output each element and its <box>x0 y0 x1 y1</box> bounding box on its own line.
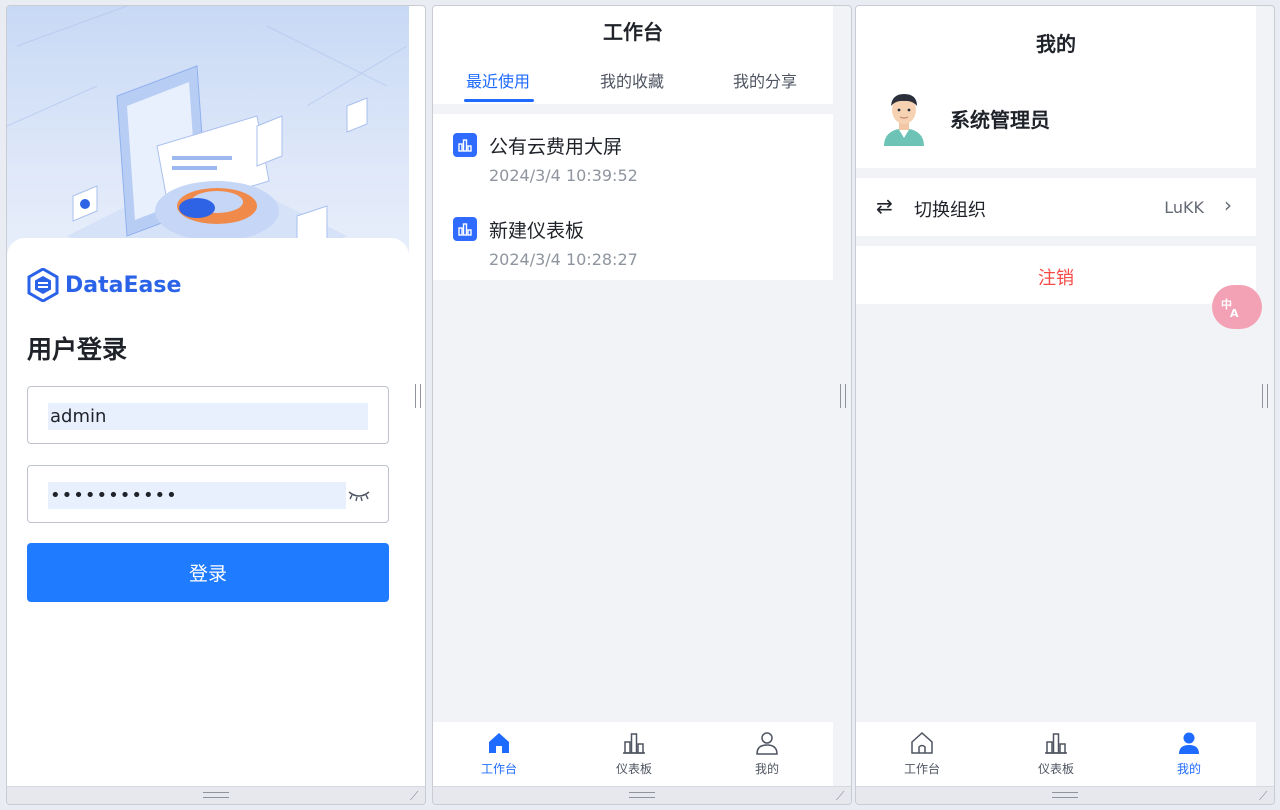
split-handle-icon[interactable] <box>840 384 846 408</box>
login-title: 用户登录 <box>27 335 128 364</box>
recent-list: 公有云费用大屏 2024/3/4 10:39:52 新建仪表板 2024/3/4… <box>433 114 833 280</box>
login-card: DataEase 用户登录 admin ••••••••••• 登录 <box>7 238 409 798</box>
dashboard-icon <box>623 733 645 754</box>
nav-label: 工作台 <box>903 762 940 776</box>
active-tab-indicator <box>464 99 534 102</box>
username-value[interactable]: admin <box>48 403 368 430</box>
panel-bottom-bar: ⟋ <box>7 786 425 804</box>
home-icon <box>911 731 933 754</box>
list-item[interactable]: 公有云费用大屏 2024/3/4 10:39:52 <box>453 120 813 200</box>
chevron-right-icon: › <box>1224 193 1232 217</box>
list-item[interactable]: 新建仪表板 2024/3/4 10:28:27 <box>453 204 813 284</box>
eye-closed-icon[interactable] <box>348 488 370 502</box>
logout-row[interactable]: 注销 <box>856 246 1256 304</box>
avatar <box>884 94 924 146</box>
dashboard-icon <box>1045 733 1067 754</box>
dashboard-icon <box>453 217 477 241</box>
item-time: 2024/3/4 10:39:52 <box>489 166 638 185</box>
nav-mine[interactable]: 我的 <box>727 730 807 777</box>
resize-corner-icon[interactable]: ⟋ <box>836 790 848 802</box>
resize-corner-icon[interactable]: ⟋ <box>410 790 422 802</box>
workbench-header: 工作台 最近使用 我的收藏 我的分享 <box>433 6 833 104</box>
tab-favorites[interactable]: 我的收藏 <box>600 68 664 92</box>
nav-label: 仪表板 <box>615 762 652 776</box>
resize-corner-icon[interactable]: ⟋ <box>1259 790 1271 802</box>
panel-bottom-bar: ⟋ <box>433 786 851 804</box>
item-title: 公有云费用大屏 <box>489 136 623 158</box>
split-handle-icon[interactable] <box>1262 384 1268 408</box>
password-value[interactable]: ••••••••••• <box>48 482 346 509</box>
login-panel: DataEase 用户登录 admin ••••••••••• 登录 ⟋ <box>6 5 426 805</box>
nav-label: 工作台 <box>480 762 517 776</box>
nav-dashboard[interactable]: 仪表板 <box>1016 730 1096 777</box>
nav-label: 我的 <box>754 762 779 776</box>
drag-handle-icon[interactable] <box>203 792 229 798</box>
dataease-logo-icon <box>27 268 59 302</box>
org-value: LuKK <box>1164 198 1204 217</box>
nav-label: 我的 <box>1176 762 1201 776</box>
user-name: 系统管理员 <box>950 108 1050 132</box>
split-handle-icon[interactable] <box>415 384 421 408</box>
switch-org-row[interactable]: ⇄ 切换组织 LuKK › <box>856 178 1256 236</box>
brand-name: DataEase <box>65 272 182 298</box>
nav-workbench[interactable]: 工作台 <box>882 730 962 777</box>
login-button[interactable]: 登录 <box>27 543 389 602</box>
brand-logo: DataEase <box>27 268 181 302</box>
tab-shared[interactable]: 我的分享 <box>733 68 797 92</box>
drag-handle-icon[interactable] <box>1052 792 1078 798</box>
workbench-panel: 工作台 最近使用 我的收藏 我的分享 公有云费用大屏 2024/3/4 10:3… <box>432 5 852 805</box>
switch-org-label: 切换组织 <box>914 200 986 221</box>
profile-header: 我的 系统管理员 <box>856 6 1256 168</box>
item-time: 2024/3/4 10:28:27 <box>489 250 638 269</box>
panel-bottom-bar: ⟋ <box>856 786 1274 804</box>
tab-bar: 最近使用 我的收藏 我的分享 <box>433 66 833 104</box>
user-icon <box>1179 732 1199 754</box>
nav-label: 仪表板 <box>1037 762 1074 776</box>
nav-mine[interactable]: 我的 <box>1149 730 1229 777</box>
bottom-nav: 工作台 仪表板 我的 <box>856 722 1256 786</box>
mine-panel: 我的 系统管理员 ⇄ 切换组织 LuKK › 注销 中 A 工作台 仪表板 我的… <box>855 5 1275 805</box>
page-title: 我的 <box>1036 32 1076 56</box>
translate-icon[interactable]: 中 A <box>1212 285 1262 329</box>
nav-workbench[interactable]: 工作台 <box>459 730 539 777</box>
home-icon <box>489 733 509 753</box>
tab-recent[interactable]: 最近使用 <box>466 68 530 92</box>
nav-dashboard[interactable]: 仪表板 <box>594 730 674 777</box>
dashboard-icon <box>453 133 477 157</box>
item-title: 新建仪表板 <box>489 220 585 242</box>
swap-icon: ⇄ <box>876 194 893 218</box>
username-field[interactable]: admin <box>27 386 389 444</box>
drag-handle-icon[interactable] <box>629 792 655 798</box>
page-title: 工作台 <box>603 20 663 44</box>
bottom-nav: 工作台 仪表板 我的 <box>433 722 833 786</box>
svg-text:A: A <box>1230 307 1239 318</box>
user-icon <box>756 732 778 755</box>
password-field[interactable]: ••••••••••• <box>27 465 389 523</box>
logout-button[interactable]: 注销 <box>856 264 1256 290</box>
